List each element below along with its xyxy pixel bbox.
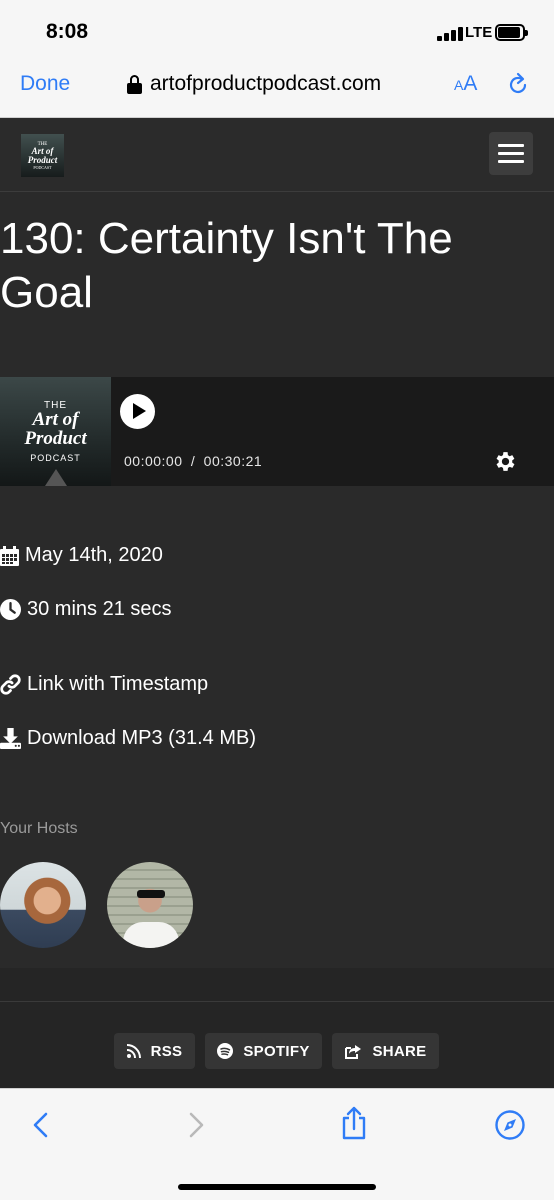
spotify-label: SPOTIFY: [243, 1042, 310, 1060]
download-icon: [0, 728, 21, 749]
episode-date: May 14th, 2020: [25, 544, 163, 566]
site-footer: RSS SPOTIFY SHARE: [0, 1002, 554, 1088]
calendar-icon: [0, 545, 19, 566]
play-button[interactable]: [120, 394, 155, 429]
download-mp3-link[interactable]: Download MP3 (31.4 MB): [0, 727, 256, 750]
hosts-heading: Your Hosts: [0, 820, 78, 837]
lock-icon: [127, 74, 142, 94]
site-header: THE Art of Product PODCAST: [0, 118, 554, 192]
menu-button[interactable]: [489, 132, 533, 175]
url-text: artofproductpodcast.com: [150, 72, 382, 95]
cover-title: Art of Product: [0, 410, 111, 448]
text-size-button[interactable]: AA: [454, 72, 477, 96]
road-graphic: [45, 469, 67, 486]
rss-icon: [126, 1044, 141, 1058]
link-with-timestamp[interactable]: Link with Timestamp: [0, 673, 208, 696]
reload-icon[interactable]: [506, 72, 530, 103]
time-separator: /: [190, 453, 196, 469]
episode-title: 130: Certainty Isn't The Goal: [0, 214, 453, 317]
share-button[interactable]: SHARE: [332, 1033, 439, 1069]
site-logo[interactable]: THE Art of Product PODCAST: [21, 134, 64, 177]
rss-button[interactable]: RSS: [114, 1033, 195, 1069]
link-label: Link with Timestamp: [27, 673, 209, 695]
forward-icon[interactable]: [188, 1109, 206, 1146]
back-icon[interactable]: [31, 1109, 49, 1146]
episode-length-row: 30 mins 21 secs: [0, 598, 172, 621]
clock-icon: [0, 599, 21, 620]
cover-line-4: PODCAST: [30, 453, 81, 463]
logo-line-2: Art of Product: [27, 145, 58, 165]
download-label: Download MP3 (31.4 MB): [27, 727, 256, 749]
browser-top-bar: 8:08 LTE Done artofproductpodcast.com AA: [0, 0, 554, 118]
text-size-large-a: A: [463, 72, 478, 95]
host-avatar[interactable]: [107, 862, 193, 948]
text-size-small-a: A: [454, 77, 464, 93]
episode-length: 30 mins 21 secs: [27, 598, 172, 620]
logo-line-3: PODCAST: [33, 164, 52, 170]
episode-cover-art: THE Art of Product PODCAST: [0, 377, 111, 486]
done-button[interactable]: Done: [20, 72, 70, 96]
share-label: SHARE: [372, 1042, 427, 1060]
network-label: LTE: [465, 24, 493, 41]
cover-line-3: Product: [24, 428, 87, 449]
cover-line-2: Art of: [32, 409, 79, 430]
gear-icon[interactable]: [493, 449, 518, 479]
address-bar[interactable]: artofproductpodcast.com: [127, 72, 381, 96]
section-divider: [0, 968, 554, 1002]
home-indicator: [178, 1184, 376, 1190]
browser-bottom-toolbar: [0, 1088, 554, 1200]
time-display: 00:00:00 / 00:30:21: [124, 453, 262, 469]
episode-date-row: May 14th, 2020: [0, 544, 163, 567]
host-avatar[interactable]: [0, 862, 86, 948]
status-time: 8:08: [46, 20, 89, 43]
link-icon: [0, 674, 21, 695]
compass-icon[interactable]: [494, 1109, 526, 1146]
spotify-button[interactable]: SPOTIFY: [205, 1033, 322, 1069]
audio-player: THE Art of Product PODCAST 00:00:00 / 00:…: [0, 377, 554, 486]
duration: 00:30:21: [203, 453, 263, 469]
battery-icon: [495, 24, 528, 41]
spotify-icon: [217, 1043, 234, 1059]
share-icon: [345, 1044, 362, 1059]
share-sheet-icon[interactable]: [340, 1105, 368, 1146]
rss-label: RSS: [150, 1042, 183, 1060]
signal-icon: [437, 27, 463, 41]
current-time: 00:00:00: [124, 453, 183, 469]
